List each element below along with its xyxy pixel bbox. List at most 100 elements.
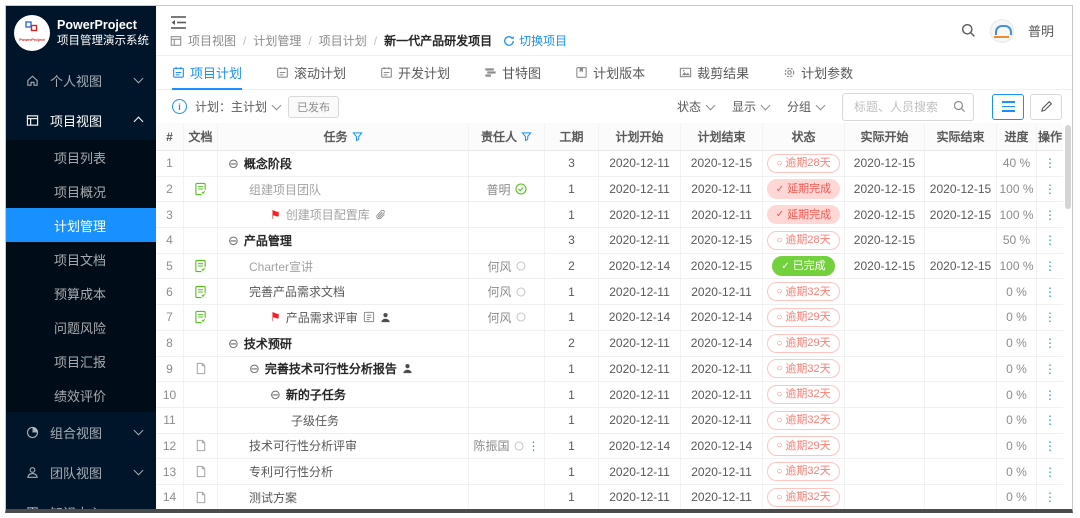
table-row[interactable]: 13 专利可行性分析 1 2020-12-11 2020-12-11 ○ 逾期32天 0 % ⋮ [156, 459, 1063, 485]
table-row[interactable]: 2 组建项目团队 普明 1 2020-12-11 2020-12-11 ✓ 延期完成 2020-… [156, 176, 1063, 203]
plan-selector[interactable]: 计划：主计划 [195, 98, 282, 115]
actions-cell[interactable]: ⋮ [1037, 357, 1063, 382]
actions-cell[interactable]: ⋮ [1037, 279, 1063, 304]
table-row[interactable]: 14 测试方案 1 2020-12-11 2020-12-11 ○ 逾期32天 0 % ⋮ [156, 484, 1063, 509]
sidebar-item-plan-management[interactable]: 计划管理 [6, 208, 156, 242]
task-cell[interactable]: 组建项目团队 [218, 176, 469, 202]
collapse-toggle-icon[interactable]: ⊖ [228, 157, 239, 170]
task-cell[interactable]: 完善产品需求文档 [218, 279, 469, 305]
search-icon[interactable] [953, 100, 966, 113]
row-actions-icon[interactable]: ⋮ [1044, 389, 1056, 401]
row-actions-icon[interactable]: ⋮ [1044, 286, 1056, 298]
avatar[interactable] [989, 18, 1014, 43]
row-actions-icon[interactable]: ⋮ [1044, 311, 1056, 323]
sidebar-item-portfolio-view[interactable]: 组合视图 [6, 412, 156, 452]
vertical-scrollbar[interactable] [1063, 123, 1072, 509]
collapse-toggle-icon[interactable]: ⊖ [249, 362, 260, 375]
column-header-文档[interactable]: 文档 [184, 123, 218, 150]
sidebar-item-project-overview[interactable]: 项目概况 [6, 174, 156, 208]
table-row[interactable]: 11 子级任务 1 2020-12-11 2020-12-11 ○ 逾期32天 0 % ⋮ [156, 407, 1063, 434]
actions-cell[interactable]: ⋮ [1037, 177, 1063, 202]
collapse-toggle-icon[interactable]: ⊖ [270, 388, 281, 401]
column-header-#[interactable]: # [156, 123, 184, 150]
actions-cell[interactable]: ⋮ [1037, 254, 1063, 279]
row-actions-icon[interactable]: ⋮ [1044, 363, 1056, 375]
column-header-进度[interactable]: 进度 [997, 123, 1037, 150]
task-cell[interactable]: 专利可行性分析 [218, 459, 469, 484]
switch-project-link[interactable]: 切换项目 [503, 32, 567, 49]
actions-cell[interactable]: ⋮ [1037, 434, 1063, 459]
task-cell[interactable]: 子级任务 [218, 407, 469, 433]
more-icon[interactable]: ⋮ [528, 440, 540, 452]
sidebar-item-project-report[interactable]: 项目汇报 [6, 344, 156, 378]
task-cell[interactable]: 技术可行性分析评审 [218, 433, 469, 459]
actions-cell[interactable]: ⋮ [1037, 485, 1063, 509]
row-actions-icon[interactable]: ⋮ [1044, 414, 1056, 426]
sidebar-item-team-view[interactable]: 团队视图 [6, 452, 156, 492]
column-header-实际开始[interactable]: 实际开始 [845, 123, 925, 150]
collapse-toggle-icon[interactable]: ⊖ [228, 234, 239, 247]
actions-cell[interactable]: ⋮ [1037, 382, 1063, 407]
table-row[interactable]: 5 Charter宣讲 何风 2 2020-12-14 2020-12-15 ✓ 已完成 202… [156, 253, 1063, 280]
column-header-工期[interactable]: 工期 [545, 123, 599, 150]
row-actions-icon[interactable]: ⋮ [1044, 234, 1056, 246]
breadcrumb-item[interactable]: 计划管理 [253, 32, 301, 49]
tab-plan-version[interactable]: 计划版本 [575, 56, 645, 89]
task-cell[interactable]: Charter宣讲 [218, 253, 469, 279]
task-cell[interactable]: ⚑ 创建项目配置库 [218, 202, 469, 228]
status-dropdown[interactable]: 状态 [677, 98, 716, 115]
breadcrumb-item[interactable]: 项目视图 [188, 32, 236, 49]
column-header-操作[interactable]: 操作 [1037, 123, 1063, 150]
tab-plan-params[interactable]: 计划参数 [783, 56, 853, 89]
list-view-button[interactable] [992, 93, 1024, 120]
actions-cell[interactable]: ⋮ [1037, 228, 1063, 253]
table-row[interactable]: 1 ⊖ 概念阶段 3 2020-12-11 2020-12-15 ○ 逾期28天 2020-12… [156, 151, 1063, 177]
column-header-实际结束[interactable]: 实际结束 [925, 123, 997, 150]
actions-cell[interactable]: ⋮ [1037, 408, 1063, 433]
sidebar-item-project-list[interactable]: 项目列表 [6, 140, 156, 174]
tab-tailor-result[interactable]: 裁剪结果 [679, 56, 749, 89]
column-header-状态[interactable]: 状态 [763, 123, 845, 150]
task-cell[interactable]: ⊖ 概念阶段 [218, 151, 469, 176]
table-row[interactable]: 3 ⚑ 创建项目配置库 1 2020-12-11 2020-12-11 ✓ 延期完成 2020-… [156, 202, 1063, 229]
row-actions-icon[interactable]: ⋮ [1044, 183, 1056, 195]
sidebar-item-project-view[interactable]: 项目视图 [6, 100, 156, 140]
sidebar-item-personal-view[interactable]: 个人视图 [6, 60, 156, 100]
scrollbar-thumb[interactable] [1065, 125, 1071, 209]
table-row[interactable]: 12 技术可行性分析评审 陈振国 ⋮ 1 2020-12-14 2020-12-14 ○ 逾期2… [156, 433, 1063, 460]
tab-rolling-plan[interactable]: 滚动计划 [276, 56, 346, 89]
tab-gantt[interactable]: 甘特图 [484, 56, 541, 89]
task-cell[interactable]: ⚑ 产品需求评审 [218, 305, 469, 330]
tab-dev-plan[interactable]: 开发计划 [380, 56, 450, 89]
column-header-责任人[interactable]: 责任人 [469, 123, 545, 150]
actions-cell[interactable]: ⋮ [1037, 331, 1063, 356]
row-actions-icon[interactable]: ⋮ [1044, 260, 1056, 272]
task-cell[interactable]: ⊖ 完善技术可行性分析报告 [218, 356, 469, 382]
row-actions-icon[interactable]: ⋮ [1044, 491, 1056, 503]
username[interactable]: 普明 [1028, 21, 1054, 40]
global-search-icon[interactable] [961, 23, 976, 38]
row-actions-icon[interactable]: ⋮ [1044, 209, 1056, 221]
task-cell[interactable]: ⊖ 产品管理 [218, 228, 469, 253]
row-actions-icon[interactable]: ⋮ [1044, 440, 1056, 452]
sidebar-item-knowledge-center[interactable]: 知识中心 [6, 492, 156, 509]
edit-button[interactable] [1030, 93, 1062, 120]
sidebar-item-budget-cost[interactable]: 预算成本 [6, 276, 156, 310]
task-cell[interactable]: 测试方案 [218, 484, 469, 509]
column-header-计划结束[interactable]: 计划结束 [681, 123, 763, 150]
row-actions-icon[interactable]: ⋮ [1044, 157, 1056, 169]
collapse-toggle-icon[interactable]: ⊖ [228, 337, 239, 350]
breadcrumb-item[interactable]: 项目计划 [319, 32, 367, 49]
tab-project-plan[interactable]: 项目计划 [172, 56, 243, 90]
table-row[interactable]: 6 完善产品需求文档 何风 1 2020-12-11 2020-12-11 ○ 逾期32天 0 … [156, 279, 1063, 306]
actions-cell[interactable]: ⋮ [1037, 151, 1063, 176]
table-row[interactable]: 10 ⊖ 新的子任务 1 2020-12-11 2020-12-11 ○ 逾期32天 0 % ⋮ [156, 382, 1063, 408]
table-row[interactable]: 9 ⊖ 完善技术可行性分析报告 1 2020-12-11 2020-12-11 ○ 逾期32天… [156, 356, 1063, 383]
sidebar-item-issue-risk[interactable]: 问题风险 [6, 310, 156, 344]
table-row[interactable]: 8 ⊖ 技术预研 2 2020-12-11 2020-12-14 ○ 逾期29天 0 % ⋮ [156, 330, 1063, 357]
column-header-任务[interactable]: 任务 [218, 123, 469, 150]
table-row[interactable]: 4 ⊖ 产品管理 3 2020-12-11 2020-12-15 ○ 逾期28天 2020-12… [156, 228, 1063, 254]
display-dropdown[interactable]: 显示 [732, 98, 771, 115]
row-actions-icon[interactable]: ⋮ [1044, 337, 1056, 349]
table-search-input[interactable] [852, 98, 948, 115]
